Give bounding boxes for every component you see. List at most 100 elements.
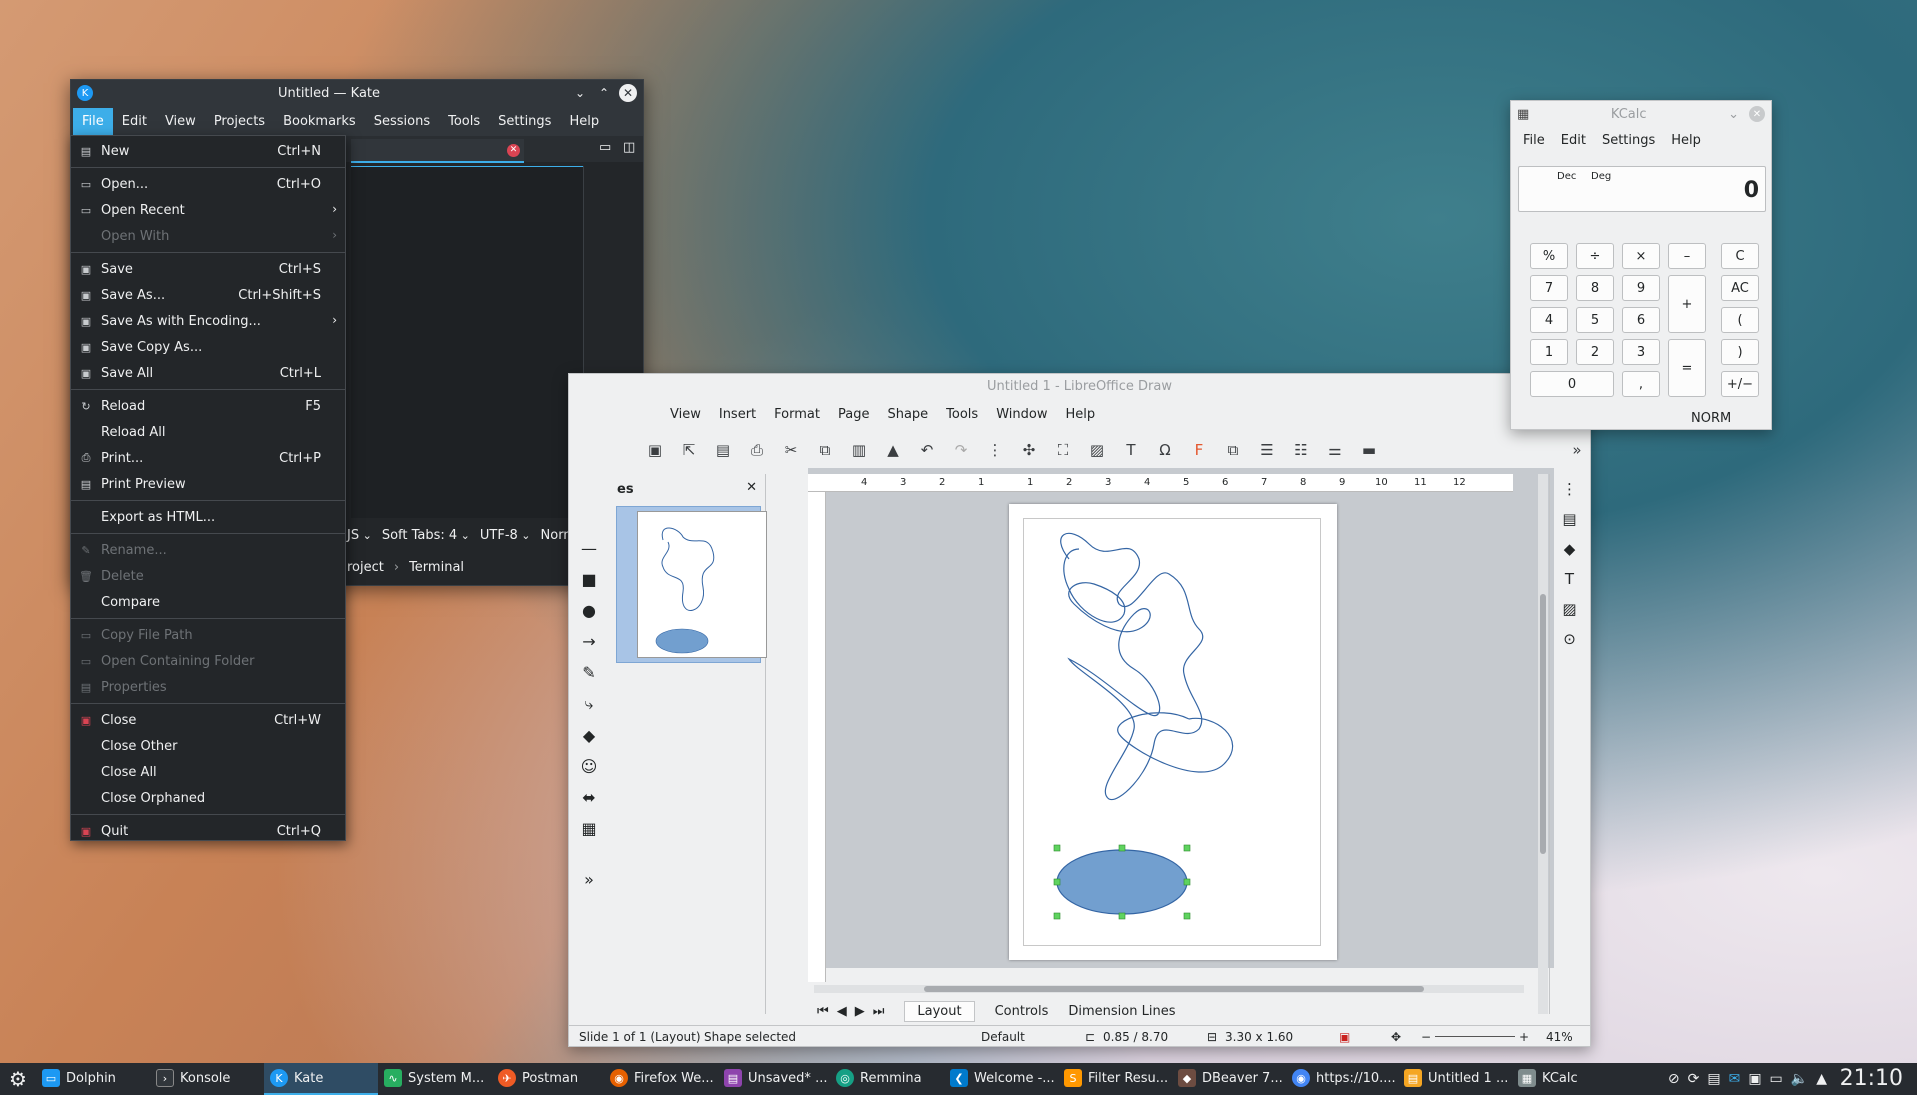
menu-file[interactable]: File	[73, 107, 113, 135]
task-postman[interactable]: ✈ Postman	[492, 1063, 604, 1095]
draw-menu-help[interactable]: Help	[1056, 407, 1104, 422]
tab-dimension-lines[interactable]: Dimension Lines	[1068, 1004, 1175, 1019]
draw-menu-tools[interactable]: Tools	[937, 407, 987, 422]
three-button[interactable]: 3	[1622, 339, 1660, 365]
zoom-out-icon[interactable]: −	[1421, 1030, 1431, 1044]
eight-button[interactable]: 8	[1576, 275, 1614, 301]
encoding-selector[interactable]: UTF-8	[480, 528, 531, 543]
minimize-icon[interactable]: ⌄	[571, 84, 589, 102]
task-unsaved[interactable]: ▤ Unsaved* ...	[718, 1063, 830, 1095]
menu-view[interactable]: View	[156, 108, 205, 135]
clear-button[interactable]: C	[1721, 243, 1759, 269]
kcalc-close-icon[interactable]: ✕	[1749, 106, 1765, 122]
print-icon[interactable]: ⎙	[745, 441, 769, 459]
insert-image-icon[interactable]: ▨	[1085, 441, 1109, 459]
document-modified-icon[interactable]: ▣	[1339, 1030, 1350, 1044]
last-page-icon[interactable]: ⏭	[873, 1004, 885, 1019]
menu-item-open[interactable]: ▭ Open... Ctrl+O	[71, 171, 345, 197]
language-selector[interactable]: JS	[347, 528, 372, 543]
task-system-monitor[interactable]: ∿ System M...	[378, 1063, 492, 1095]
task-konsole[interactable]: › Konsole	[150, 1063, 264, 1095]
all-clear-button[interactable]: AC	[1721, 275, 1759, 301]
menu-bookmarks[interactable]: Bookmarks	[274, 108, 365, 135]
volume-icon[interactable]: 🔈	[1791, 1071, 1808, 1087]
plus-button[interactable]: +	[1668, 275, 1706, 333]
tab-close-icon[interactable]: ✕	[507, 144, 520, 157]
task-vscode[interactable]: ❮ Welcome -...	[944, 1063, 1058, 1095]
tray-expand-icon[interactable]: ▲	[1816, 1071, 1827, 1087]
grid-icon[interactable]: ⋮	[983, 441, 1007, 459]
rectangle-icon[interactable]: ■	[581, 570, 596, 589]
kcalc-menu-help[interactable]: Help	[1663, 133, 1709, 148]
kcalc-menu-settings[interactable]: Settings	[1594, 133, 1663, 148]
paste-icon[interactable]: ▥	[847, 441, 871, 459]
minus-button[interactable]: –	[1668, 243, 1706, 269]
menu-item-save[interactable]: ▣ Save Ctrl+S	[71, 256, 345, 282]
menu-item-save-copy-as[interactable]: ▣ Save Copy As...	[71, 334, 345, 360]
draw-menu-view[interactable]: View	[661, 407, 710, 422]
page-thumbnail[interactable]	[616, 506, 767, 663]
task-remmina[interactable]: ◎ Remmina	[830, 1063, 944, 1095]
export-icon[interactable]: ⇱	[677, 441, 701, 459]
new-tab-icon[interactable]: ▭	[599, 140, 611, 155]
draw-menu-window[interactable]: Window	[987, 407, 1056, 422]
lines-arrows-icon[interactable]: →	[582, 632, 595, 651]
draw-title[interactable]: Untitled 1 - LibreOffice Draw	[569, 374, 1590, 400]
clock[interactable]: 21:10	[1840, 1066, 1903, 1091]
sign-button[interactable]: +/−	[1721, 371, 1759, 397]
project-toolview-button[interactable]: roject	[347, 560, 384, 575]
mail-icon[interactable]: ✉	[1729, 1071, 1741, 1087]
arrange-icon[interactable]: ☷	[1289, 441, 1313, 459]
updates-icon[interactable]: ⟳	[1688, 1071, 1700, 1087]
first-page-icon[interactable]: ⏮	[817, 1004, 829, 1019]
kcalc-menu-edit[interactable]: Edit	[1553, 133, 1594, 148]
task-filter-results[interactable]: S Filter Resu...	[1058, 1063, 1172, 1095]
zero-button[interactable]: 0	[1530, 371, 1614, 397]
next-page-icon[interactable]: ▶	[855, 1004, 865, 1019]
save-icon[interactable]: ▣	[643, 441, 667, 459]
special-character-icon[interactable]: Ω	[1153, 441, 1177, 459]
divide-button[interactable]: ÷	[1576, 243, 1614, 269]
menu-item-print-preview[interactable]: ▤ Print Preview	[71, 471, 345, 497]
tab-controls[interactable]: Controls	[995, 1004, 1049, 1019]
left-paren-button[interactable]: (	[1721, 307, 1759, 333]
block-arrows-icon[interactable]: ⬌	[582, 788, 595, 807]
five-button[interactable]: 5	[1576, 307, 1614, 333]
menu-item-close-other[interactable]: Close Other	[71, 733, 345, 759]
document-tab[interactable]: ✕	[351, 139, 524, 163]
vault-icon[interactable]: ▣	[1748, 1071, 1761, 1087]
vertical-scrollbar-thumb[interactable]	[1540, 594, 1546, 854]
vertical-scrollbar[interactable]	[1538, 474, 1548, 1014]
right-paren-button[interactable]: )	[1721, 339, 1759, 365]
status-zoom[interactable]: 41%	[1546, 1030, 1573, 1044]
kcalc-menu-file[interactable]: File	[1515, 133, 1553, 148]
indent-selector[interactable]: Soft Tabs: 4	[382, 528, 470, 543]
task-dbeaver[interactable]: ◆ DBeaver 7...	[1172, 1063, 1286, 1095]
menu-help[interactable]: Help	[560, 108, 608, 135]
horizontal-scrollbar[interactable]	[814, 985, 1524, 993]
kate-titlebar[interactable]: K Untitled — Kate ⌄ ⌃ ✕	[71, 80, 643, 106]
basic-shapes-icon[interactable]: ◆	[583, 726, 595, 745]
transformations-icon[interactable]: ⧉	[1221, 441, 1245, 459]
drawing-page[interactable]	[1009, 504, 1337, 960]
seven-button[interactable]: 7	[1530, 275, 1568, 301]
split-view-icon[interactable]: ◫	[623, 140, 635, 155]
undo-icon[interactable]: ↶	[915, 441, 939, 459]
kcalc-titlebar[interactable]: ▦ KCalc ⌄ ✕	[1511, 101, 1771, 127]
prev-page-icon[interactable]: ◀	[837, 1004, 847, 1019]
menu-projects[interactable]: Projects	[205, 108, 274, 135]
menu-item-reload[interactable]: ↻ Reload F5	[71, 393, 345, 419]
fontwork-icon[interactable]: F	[1187, 441, 1211, 459]
menu-item-export-html[interactable]: Export as HTML...	[71, 504, 345, 530]
menu-item-save-as-encoding[interactable]: ▣ Save As with Encoding... ›	[71, 308, 345, 334]
nine-button[interactable]: 9	[1622, 275, 1660, 301]
redo-icon[interactable]: ↷	[949, 441, 973, 459]
menu-settings[interactable]: Settings	[489, 108, 560, 135]
fit-page-icon[interactable]: ✥	[1391, 1030, 1401, 1044]
menu-item-save-all[interactable]: ▣ Save All Ctrl+L	[71, 360, 345, 386]
close-icon[interactable]: ✕	[619, 84, 637, 102]
task-dolphin[interactable]: ▭ Dolphin	[36, 1063, 150, 1095]
zoom-pan-icon[interactable]: ⛶	[1051, 441, 1075, 459]
menu-item-quit[interactable]: ▣ Quit Ctrl+Q	[71, 818, 345, 844]
equals-button[interactable]: =	[1668, 339, 1706, 397]
